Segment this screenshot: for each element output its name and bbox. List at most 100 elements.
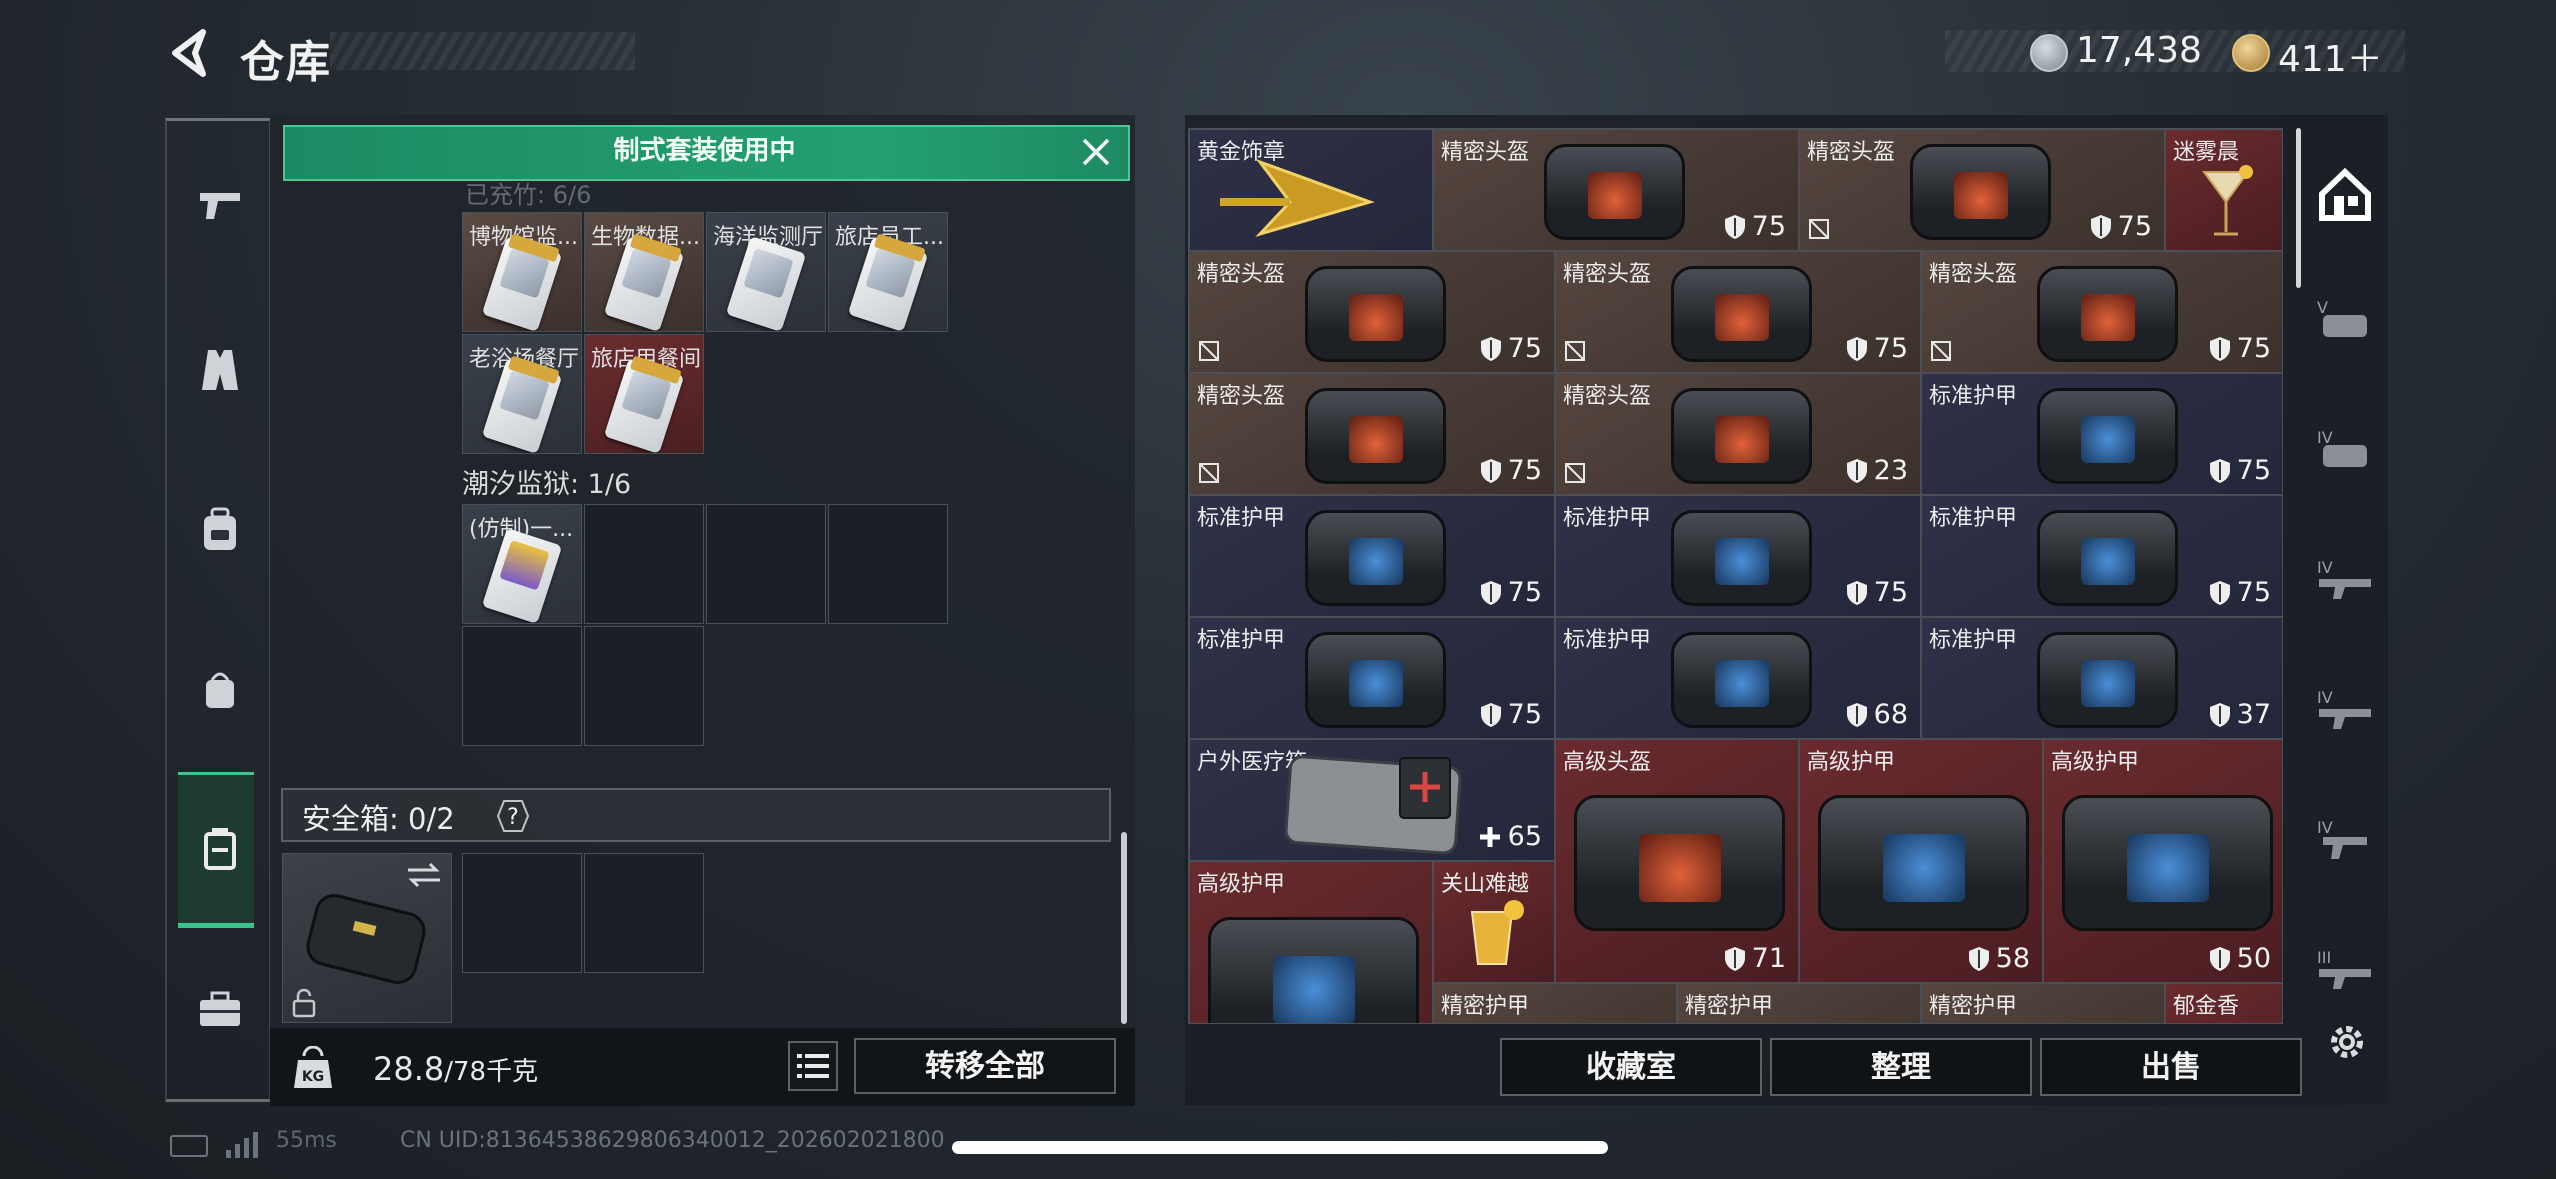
- item-label: 精密头盔: [1441, 140, 1530, 165]
- tab-tier-4-pistol[interactable]: IV: [2300, 790, 2390, 890]
- storage-item[interactable]: 精密头盔 23: [1555, 373, 1921, 495]
- helmet-bag-icon: [1671, 266, 1812, 362]
- keycard-slot[interactable]: 生物数据...: [584, 212, 704, 332]
- tab-tier-5[interactable]: V: [2300, 270, 2390, 370]
- storage-item[interactable]: 黄金饰章: [1189, 129, 1433, 251]
- sort-button[interactable]: 整理: [1770, 1038, 2032, 1096]
- storage-item[interactable]: 标准护甲 75: [1189, 495, 1555, 617]
- drink-glass-icon: [1470, 900, 1524, 965]
- storage-item[interactable]: 精密头盔 75: [1921, 251, 2282, 373]
- empty-slot[interactable]: [828, 504, 948, 624]
- svg-text:V: V: [2317, 298, 2328, 317]
- nav-backpack[interactable]: [175, 475, 265, 585]
- storage-item[interactable]: 高级头盔 71: [1555, 739, 1799, 983]
- storage-item[interactable]: 高级护甲 58: [1799, 739, 2043, 983]
- list-icon: [797, 1054, 829, 1078]
- equipment-tier-icon: IV: [2317, 818, 2367, 859]
- header-bar: 仓库 17,438 411＋: [0, 0, 2556, 110]
- keycard-slot[interactable]: 博物馆监...: [462, 212, 582, 332]
- close-icon[interactable]: [1078, 134, 1114, 170]
- empty-slot[interactable]: [584, 853, 704, 973]
- tab-tier-3[interactable]: III: [2300, 920, 2390, 1020]
- keycard-slot[interactable]: (仿制)一...: [462, 504, 582, 624]
- empty-slot[interactable]: [462, 853, 582, 973]
- storage-item[interactable]: 精密头盔 75: [1433, 129, 1799, 251]
- storage-home-icon: [2319, 167, 2371, 221]
- shield-icon: [2209, 946, 2230, 971]
- collection-room-button[interactable]: 收藏室: [1500, 1038, 1762, 1096]
- keycard-slot[interactable]: 老浴场餐厅: [462, 334, 582, 454]
- item-label: 标准护甲: [1929, 628, 2018, 653]
- storage-item[interactable]: 精密护甲: [1677, 983, 1921, 1023]
- weight-readout: 28.8/78千克: [373, 1050, 538, 1088]
- gold-currency-value[interactable]: 411＋: [2278, 30, 2383, 82]
- keycard-slot[interactable]: 海洋监测厅: [706, 212, 826, 332]
- durability: 65: [1478, 821, 1542, 852]
- nav-safe-case[interactable]: [175, 795, 265, 905]
- storage-item[interactable]: 精密头盔 75: [1555, 251, 1921, 373]
- tab-tier-4-helmet[interactable]: IV: [2300, 400, 2390, 500]
- empty-slot[interactable]: [706, 504, 826, 624]
- nav-vest[interactable]: [175, 315, 265, 425]
- empty-slot[interactable]: [462, 626, 582, 746]
- storage-item[interactable]: 精密头盔 75: [1189, 251, 1555, 373]
- empty-slot[interactable]: [584, 504, 704, 624]
- transfer-all-button[interactable]: 转移全部: [854, 1038, 1116, 1094]
- storage-item[interactable]: 标准护甲 75: [1921, 373, 2282, 495]
- scrollbar[interactable]: [1121, 832, 1127, 1024]
- storage-item[interactable]: 高级护甲 50: [2043, 739, 2282, 983]
- storage-item[interactable]: 高级护甲: [1189, 861, 1433, 1023]
- storage-item[interactable]: 郁金香: [2165, 983, 2282, 1023]
- storage-item[interactable]: 精密护甲: [1921, 983, 2165, 1023]
- shield-icon: [1724, 946, 1745, 971]
- nav-toolbox[interactable]: [175, 955, 265, 1065]
- storage-item[interactable]: 标准护甲 75: [1555, 495, 1921, 617]
- armor-bag-icon: [2037, 632, 2178, 728]
- no-sell-icon: [1931, 341, 1951, 361]
- item-label: 高级头盔: [1563, 750, 1652, 775]
- keycard-slot[interactable]: 旅店用餐间: [584, 334, 704, 454]
- durability: 75: [1480, 699, 1542, 730]
- armor-bag-icon: [1305, 510, 1446, 606]
- no-sell-icon: [1199, 341, 1219, 361]
- home-indicator[interactable]: [952, 1141, 1608, 1154]
- gear-icon[interactable]: [2325, 1020, 2369, 1064]
- storage-item[interactable]: 标准护甲 75: [1921, 495, 2282, 617]
- no-sell-icon: [1199, 463, 1219, 483]
- storage-item[interactable]: 精密头盔 75: [1189, 373, 1555, 495]
- back-arrow-icon[interactable]: [165, 26, 215, 81]
- shield-icon: [1724, 214, 1745, 239]
- durability: 75: [2209, 455, 2271, 486]
- item-label: 精密头盔: [1929, 262, 2018, 287]
- tab-all-storage[interactable]: [2300, 145, 2390, 245]
- nav-pouch[interactable]: [175, 635, 265, 745]
- storage-item[interactable]: 户外医疗箱 65: [1189, 739, 1555, 861]
- shield-icon: [2209, 702, 2230, 727]
- durability: 75: [1480, 577, 1542, 608]
- nav-weapon[interactable]: [175, 150, 265, 260]
- no-sell-icon: [1809, 219, 1829, 239]
- storage-item[interactable]: 迷雾晨: [2165, 129, 2282, 251]
- storage-item[interactable]: 关山难越: [1433, 861, 1555, 983]
- list-view-button[interactable]: [788, 1041, 838, 1091]
- svg-text:IV: IV: [2317, 818, 2333, 837]
- uid-text: CN UID:8136453862980634001​2_20260202180…: [400, 1128, 945, 1153]
- swap-icon[interactable]: [404, 860, 444, 890]
- empty-slot[interactable]: [584, 626, 704, 746]
- storage-item[interactable]: 标准护甲 37: [1921, 617, 2282, 739]
- cocktail-icon: [2202, 165, 2253, 236]
- storage-item[interactable]: 标准护甲 68: [1555, 617, 1921, 739]
- item-label: 标准护甲: [1197, 506, 1286, 531]
- tab-tier-4-rifle[interactable]: IV: [2300, 530, 2390, 630]
- tab-tier-4-smg[interactable]: IV: [2300, 660, 2390, 760]
- storage-item[interactable]: 标准护甲 75: [1189, 617, 1555, 739]
- equipment-tier-icon: IV: [2317, 428, 2367, 467]
- equipment-tier-icon: IV: [2317, 688, 2371, 729]
- storage-item[interactable]: 精密护甲: [1433, 983, 1677, 1023]
- storage-item[interactable]: 精密头盔 75: [1799, 129, 2165, 251]
- help-icon[interactable]: ?: [490, 797, 530, 835]
- sell-button[interactable]: 出售: [2040, 1038, 2302, 1096]
- armor-bag-icon: [1671, 632, 1812, 728]
- item-label: 高级护甲: [1807, 750, 1896, 775]
- keycard-slot[interactable]: 旅店员工...: [828, 212, 948, 332]
